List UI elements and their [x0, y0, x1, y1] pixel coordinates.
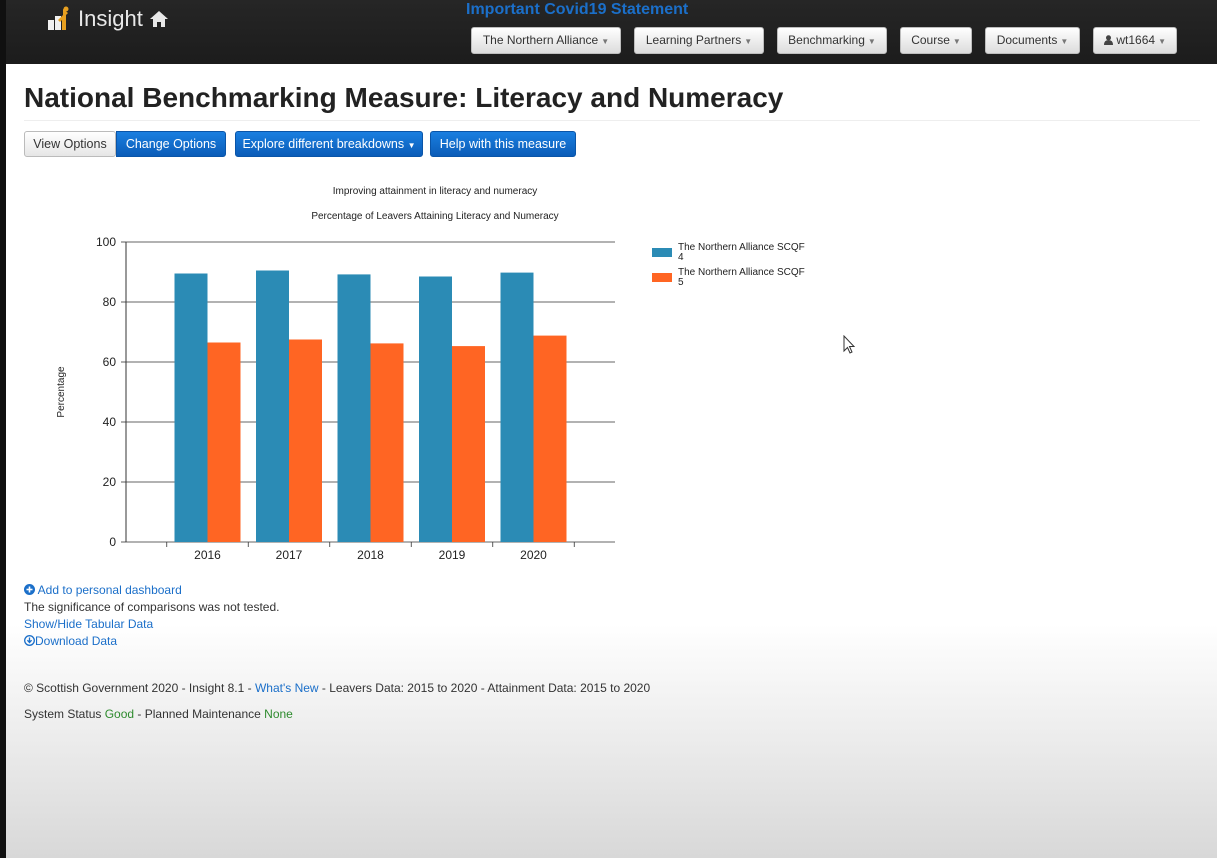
y-tick-label: 0 — [109, 535, 116, 549]
home-icon[interactable] — [149, 10, 169, 28]
download-data-label: Download Data — [35, 634, 118, 648]
bar-2018-series-2 — [370, 343, 404, 542]
bar-2019-series-2 — [452, 346, 485, 542]
main-content: National Benchmarking Measure: Literacy … — [6, 64, 1217, 858]
legend-label: The Northern Alliance SCQF — [678, 267, 805, 278]
maintenance-prefix: - Planned Maintenance — [134, 707, 265, 721]
x-tick-label: 2019 — [439, 548, 466, 562]
plus-circle-icon — [24, 584, 35, 595]
title-divider — [24, 120, 1200, 121]
menu-northern-alliance[interactable]: The Northern Alliance ▼ — [471, 27, 621, 54]
top-navbar: Insight Important Covid19 Statement The … — [6, 0, 1217, 64]
menu-label: Documents — [996, 33, 1058, 47]
caret-down-icon: ▼ — [601, 37, 610, 46]
chart-bars — [174, 270, 567, 542]
caret-down-icon: ▼ — [1060, 37, 1069, 46]
page-title: National Benchmarking Measure: Literacy … — [24, 82, 784, 113]
data-info-text: - Leavers Data: 2015 to 2020 - Attainmen… — [318, 681, 651, 695]
bar-2016-series-2 — [207, 342, 241, 542]
menu-benchmarking[interactable]: Benchmarking ▼ — [777, 27, 887, 54]
y-tick-label: 20 — [103, 475, 117, 489]
chart-subtitle: Percentage of Leavers Attaining Literacy… — [311, 211, 558, 222]
menu-course[interactable]: Course ▼ — [900, 27, 972, 54]
y-tick-label: 80 — [103, 295, 117, 309]
add-dashboard-label: Add to personal dashboard — [37, 583, 182, 597]
bar-2020-series-2 — [533, 335, 567, 542]
explore-label: Explore different breakdowns — [242, 137, 405, 151]
bar-2018-series-1 — [337, 274, 371, 542]
copyright-text: © Scottish Government 2020 - Insight 8.1… — [24, 681, 255, 695]
significance-note: The significance of comparisons was not … — [24, 600, 280, 614]
menu-label: Benchmarking — [788, 33, 865, 47]
bar-2016-series-1 — [174, 273, 208, 542]
menu-learning-partners[interactable]: Learning Partners ▼ — [634, 27, 764, 54]
caret-down-icon: ▼ — [867, 37, 876, 46]
whats-new-link[interactable]: What's New — [255, 681, 319, 695]
x-tick-label: 2020 — [520, 548, 547, 562]
status-prefix: System Status — [24, 707, 105, 721]
menu-label: Learning Partners — [645, 33, 742, 47]
caret-down-icon: ▼ — [952, 37, 961, 46]
caret-down-icon: ▼ — [1158, 37, 1166, 46]
status-value: Good — [104, 707, 135, 721]
bar-2017-series-1 — [256, 270, 289, 542]
maintenance-value: None — [264, 707, 293, 721]
bar-2020-series-1 — [500, 272, 534, 542]
insight-logo-icon — [48, 6, 69, 30]
y-tick-label: 60 — [103, 355, 117, 369]
benchmark-chart: Improving attainment in literacy and num… — [56, 186, 805, 562]
menu-documents[interactable]: Documents ▼ — [985, 27, 1080, 54]
bar-2019-series-1 — [419, 276, 452, 542]
add-dashboard-link[interactable]: Add to personal dashboard — [24, 583, 182, 597]
brand-name: Insight — [78, 6, 143, 31]
toggle-tabular-link[interactable]: Show/Hide Tabular Data — [24, 617, 153, 631]
mouse-cursor-icon — [843, 335, 856, 354]
footer-line: © Scottish Government 2020 - Insight 8.1… — [24, 681, 650, 695]
view-options-button[interactable]: View Options — [24, 131, 116, 157]
legend-swatch — [652, 273, 672, 282]
legend-label-suffix: 4 — [678, 252, 684, 263]
system-status-line: System Status Good - Planned Maintenance… — [24, 707, 293, 721]
caret-down-icon: ▼ — [407, 141, 416, 150]
x-tick-label: 2017 — [276, 548, 303, 562]
explore-breakdowns-button[interactable]: Explore different breakdowns ▼ — [235, 131, 423, 157]
help-measure-button[interactable]: Help with this measure — [430, 131, 576, 157]
x-tick-label: 2018 — [357, 548, 384, 562]
y-axis-label: Percentage — [56, 366, 67, 418]
legend-swatch — [652, 248, 672, 257]
chart-title: Improving attainment in literacy and num… — [333, 186, 538, 197]
menu-label: wt1664 — [1116, 33, 1156, 47]
change-options-button[interactable]: Change Options — [116, 131, 226, 157]
brand[interactable]: Insight — [46, 6, 169, 32]
download-circle-icon — [24, 635, 35, 646]
bar-2017-series-2 — [289, 339, 322, 542]
user-icon — [1104, 35, 1114, 45]
menu-label: The Northern Alliance — [482, 33, 599, 47]
covid-statement-link[interactable]: Important Covid19 Statement — [466, 1, 688, 19]
y-tick-label: 100 — [96, 235, 116, 249]
menu-label: Course — [911, 33, 950, 47]
legend-label: The Northern Alliance SCQF — [678, 242, 805, 253]
legend-label-suffix: 5 — [678, 277, 684, 288]
chart-legend[interactable]: The Northern Alliance SCQF4The Northern … — [652, 242, 805, 288]
x-tick-label: 2016 — [194, 548, 221, 562]
y-tick-label: 40 — [103, 415, 117, 429]
menu-user[interactable]: wt1664 ▼ — [1093, 27, 1177, 54]
caret-down-icon: ▼ — [744, 37, 753, 46]
download-data-link[interactable]: Download Data — [24, 634, 117, 648]
